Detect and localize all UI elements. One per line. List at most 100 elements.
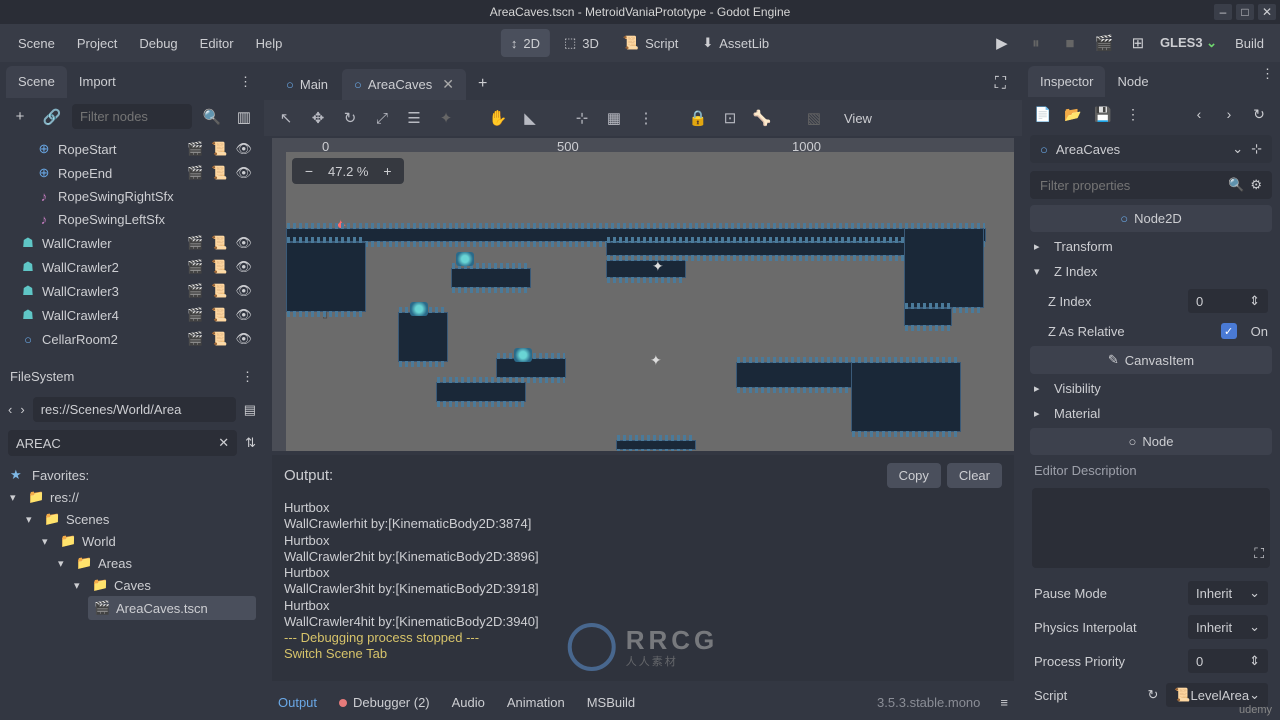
fs-filter-input[interactable]: AREAC ✕ xyxy=(8,430,237,456)
fs-view-mode-icon[interactable]: ▤ xyxy=(244,402,256,418)
scene-node[interactable]: ☗WallCrawler2🎬📜👁 xyxy=(6,255,258,279)
file-item[interactable]: 🎬AreaCaves.tscn xyxy=(88,596,256,620)
bottom-tab-msbuild[interactable]: MSBuild xyxy=(585,691,637,714)
film-icon[interactable]: 🎬 xyxy=(187,235,203,251)
bottom-tab-debugger[interactable]: Debugger (2) xyxy=(337,691,432,714)
search-icon[interactable]: 🔍 xyxy=(200,105,224,129)
inspector-node-name[interactable]: AreaCaves xyxy=(1056,142,1224,157)
film-icon[interactable]: 🎬 xyxy=(187,307,203,323)
scene-tab-main[interactable]: ○ Main xyxy=(274,70,340,99)
scene-node[interactable]: ○CellarRoom2🎬📜👁 xyxy=(6,327,258,351)
tab-scene[interactable]: Scene xyxy=(6,66,67,98)
inspector-options-icon[interactable]: ⋮ xyxy=(1261,66,1274,97)
play-button[interactable]: ▶ xyxy=(990,31,1014,55)
tab-node[interactable]: Node xyxy=(1105,66,1160,97)
fs-sort-icon[interactable]: ⇅ xyxy=(245,435,256,451)
scene-node[interactable]: ♪RopeSwingLeftSfx xyxy=(6,208,258,231)
film-icon[interactable]: 🎬 xyxy=(187,331,203,347)
script-icon[interactable]: 📜 xyxy=(211,165,227,181)
eye-icon[interactable]: 👁 xyxy=(235,331,252,347)
copy-button[interactable]: Copy xyxy=(887,463,941,488)
snap-options-icon[interactable]: ⊹ xyxy=(572,108,592,128)
folder-item[interactable]: ▾📁Scenes xyxy=(24,508,256,530)
bottom-tab-animation[interactable]: Animation xyxy=(505,691,567,714)
list-tool-icon[interactable]: ☰ xyxy=(404,108,424,128)
build-button[interactable]: Build xyxy=(1227,32,1272,55)
prop-material[interactable]: ▸Material xyxy=(1022,401,1280,426)
insp-back-icon[interactable]: ‹ xyxy=(1188,103,1210,125)
film-icon[interactable]: 🎬 xyxy=(187,259,203,275)
fs-path-input[interactable]: res://Scenes/World/Area xyxy=(33,397,236,422)
bottom-tab-output[interactable]: Output xyxy=(276,691,319,714)
workspace-2d[interactable]: ↕ 2D xyxy=(501,29,550,57)
pan-tool-icon[interactable]: ✋ xyxy=(488,108,508,128)
script-icon[interactable]: 📜 xyxy=(211,259,227,275)
stop-button[interactable]: ■ xyxy=(1058,31,1082,55)
eye-icon[interactable]: 👁 xyxy=(235,283,252,299)
script-icon[interactable]: 📜 xyxy=(211,235,227,251)
insp-forward-icon[interactable]: › xyxy=(1218,103,1240,125)
menu-help[interactable]: Help xyxy=(246,30,293,57)
layer-icon[interactable]: ▧ xyxy=(804,108,824,128)
folder-item[interactable]: ▾📁Caves xyxy=(72,574,256,596)
class-canvasitem[interactable]: ✎ CanvasItem xyxy=(1030,346,1272,374)
insp-new-icon[interactable]: 📄 xyxy=(1032,103,1054,125)
ruler-tool-icon[interactable]: ◣ xyxy=(520,108,540,128)
menu-debug[interactable]: Debug xyxy=(129,30,187,57)
insp-tune-icon[interactable]: ⚙ xyxy=(1250,177,1262,193)
pause-button[interactable]: ⏸ xyxy=(1024,31,1048,55)
eye-icon[interactable]: 👁 xyxy=(235,235,252,251)
script-icon[interactable]: 📜 xyxy=(211,307,227,323)
prop-zindex-group[interactable]: ▾Z Index xyxy=(1022,259,1280,284)
workspace-assetlib[interactable]: ⬇ AssetLib xyxy=(692,29,779,57)
prop-transform[interactable]: ▸Transform xyxy=(1022,234,1280,259)
scene-node[interactable]: ♪RopeSwingRightSfx xyxy=(6,185,258,208)
filesystem-options-icon[interactable]: ⋮ xyxy=(241,369,254,385)
workspace-3d[interactable]: ⬚ 3D xyxy=(554,29,609,57)
scene-node[interactable]: ☗WallCrawler🎬📜👁 xyxy=(6,231,258,255)
menu-project[interactable]: Project xyxy=(67,30,127,57)
film-icon[interactable]: 🎬 xyxy=(187,141,203,157)
physics-dropdown[interactable]: Inherit⌄ xyxy=(1188,615,1268,639)
eye-icon[interactable]: 👁 xyxy=(235,141,252,157)
insp-save-icon[interactable]: 💾 xyxy=(1092,103,1114,125)
canvas-viewport[interactable]: 0 500 1000 − 47.2 % + ✦ ▯ xyxy=(272,138,1014,451)
folder-item[interactable]: ▾📁Areas xyxy=(56,552,256,574)
dock-options-icon[interactable]: ⋮ xyxy=(233,66,258,98)
eye-icon[interactable]: 👁 xyxy=(235,307,252,323)
filter-nodes-input[interactable] xyxy=(72,104,192,129)
script-icon[interactable]: 📜 xyxy=(211,141,227,157)
clear-button[interactable]: Clear xyxy=(947,463,1002,488)
tab-import[interactable]: Import xyxy=(67,66,128,98)
fs-forward-icon[interactable]: › xyxy=(20,402,24,417)
script-icon[interactable]: 📜 xyxy=(211,331,227,347)
film-icon[interactable]: 🎬 xyxy=(187,283,203,299)
minimize-button[interactable]: – xyxy=(1214,4,1232,20)
view-menu[interactable]: View xyxy=(844,111,872,126)
bone-icon[interactable]: 🦴 xyxy=(752,108,772,128)
insp-search-icon[interactable]: 🔍 xyxy=(1228,177,1244,193)
distraction-free-icon[interactable]: ⛶ xyxy=(989,68,1012,100)
link-node-icon[interactable]: 🔗 xyxy=(40,105,64,129)
lock-icon[interactable]: 🔒 xyxy=(688,108,708,128)
zindex-field[interactable]: 0⇕ xyxy=(1188,289,1268,313)
scene-tools-icon[interactable]: ▥ xyxy=(232,105,256,129)
pause-dropdown[interactable]: Inherit⌄ xyxy=(1188,581,1268,605)
scene-node[interactable]: ⊕RopeStart🎬📜👁 xyxy=(6,137,258,161)
fs-filter-clear-icon[interactable]: ✕ xyxy=(218,435,229,451)
close-window-button[interactable]: ✕ xyxy=(1258,4,1276,20)
priority-field[interactable]: 0⇕ xyxy=(1188,649,1268,673)
eye-icon[interactable]: 👁 xyxy=(235,165,252,181)
script-reset-icon[interactable]: ↻ xyxy=(1147,687,1158,703)
select-tool-icon[interactable]: ↖ xyxy=(276,108,296,128)
favorites-row[interactable]: ★Favorites: xyxy=(8,464,256,486)
menu-editor[interactable]: Editor xyxy=(190,30,244,57)
zrel-checkbox[interactable]: ✓ xyxy=(1221,323,1237,339)
move-tool-icon[interactable]: ✥ xyxy=(308,108,328,128)
script-icon[interactable]: 📜 xyxy=(211,283,227,299)
scene-tab-areacaves[interactable]: ○ AreaCaves✕ xyxy=(342,69,466,100)
pivot-tool-icon[interactable]: ✦ xyxy=(436,108,456,128)
bottom-tab-audio[interactable]: Audio xyxy=(450,691,487,714)
class-node2d[interactable]: ○ Node2D xyxy=(1030,205,1272,232)
eye-icon[interactable]: 👁 xyxy=(235,259,252,275)
